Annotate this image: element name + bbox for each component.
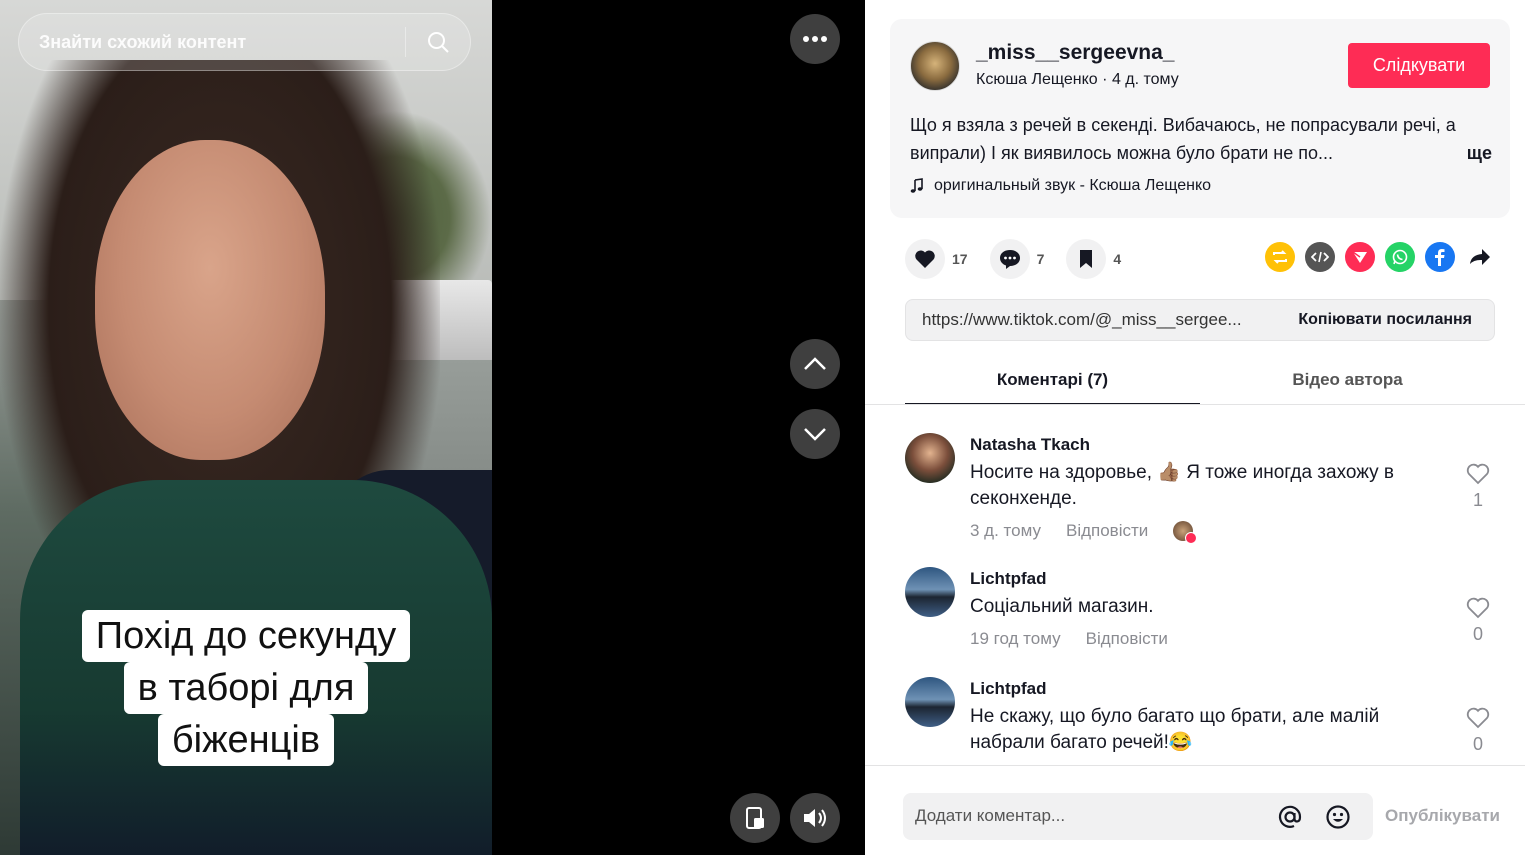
reply-button[interactable]: Відповісти [1066, 521, 1148, 541]
save-count: 4 [1113, 251, 1122, 267]
caption-line: в таборі для [123, 662, 369, 714]
comment-footer: 19 год тому Відповісти [970, 629, 1168, 649]
heart-icon[interactable] [905, 239, 945, 279]
meta-separator: · [1102, 71, 1112, 88]
author-name[interactable]: Ксюша Лещенко [976, 71, 1098, 88]
tab-author-videos[interactable]: Відео автора [1200, 355, 1495, 405]
previous-video-button[interactable] [790, 339, 840, 389]
author-handle[interactable]: _miss__sergeevna_ [976, 41, 1175, 65]
creator-liked-avatar [1173, 521, 1198, 544]
repost-icon[interactable] [1265, 242, 1295, 272]
engagement-bar: 17 7 4 [905, 239, 1143, 279]
like-action[interactable]: 17 [905, 239, 968, 279]
comment-like-count: 0 [1472, 624, 1483, 644]
share-url[interactable]: https://www.tiktok.com/@_miss__sergee... [906, 310, 1276, 330]
publish-button[interactable]: Опублікувати [1385, 806, 1500, 826]
bookmark-icon[interactable] [1066, 239, 1107, 279]
video-caption: Похід до секунду в таборі для біженців [0, 610, 492, 766]
search-icon[interactable] [406, 13, 470, 71]
sound-link[interactable]: оригинальный звук - Ксюша Лещенко [910, 177, 1211, 195]
emoji-icon[interactable] [1323, 802, 1353, 832]
more-button[interactable]: ще [1460, 139, 1492, 167]
commenter-avatar[interactable] [905, 567, 955, 617]
volume-button[interactable] [790, 793, 840, 843]
share-forward-icon[interactable] [1465, 242, 1495, 272]
sound-title: оригинальный звук - Ксюша Лещенко [934, 177, 1212, 194]
commenter-name[interactable]: Lichtpfad [970, 569, 1047, 589]
comment-like[interactable]: 1 [1460, 463, 1496, 511]
comment-icon[interactable] [989, 239, 1030, 279]
author-avatar[interactable] [910, 41, 960, 91]
mention-icon[interactable] [1275, 802, 1305, 832]
comment-count: 7 [1036, 251, 1045, 267]
comment-text: Носите на здоровье, 👍🏽 Я тоже иногда зах… [970, 462, 1395, 509]
author-meta: Ксюша Лещенко · 4 д. тому [976, 71, 1179, 89]
commenter-avatar[interactable] [905, 677, 955, 727]
heart-outline-icon [1466, 597, 1490, 619]
more-dots-icon [803, 36, 827, 42]
post-time: 4 д. тому [1111, 71, 1179, 88]
reply-button[interactable]: Відповісти [1086, 629, 1168, 649]
comment-action[interactable]: 7 [989, 239, 1045, 279]
heart-outline-icon [1466, 463, 1490, 485]
tiktok-video-page: Знайти схожий контент Похід до секунду в… [0, 0, 1525, 855]
details-panel: _miss__sergeevna_ Ксюша Лещенко · 4 д. т… [865, 0, 1525, 855]
search-input[interactable]: Знайти схожий контент [19, 32, 405, 53]
video-player[interactable]: Знайти схожий контент Похід до секунду в… [0, 0, 492, 855]
comment-like[interactable]: 0 [1460, 597, 1496, 645]
video-subject [95, 140, 325, 460]
more-options-button[interactable] [790, 14, 840, 64]
copy-link-button[interactable]: Копіювати посилання [1276, 311, 1494, 329]
comment-composer[interactable]: Додати коментар... [903, 793, 1373, 840]
volume-icon [804, 809, 826, 827]
miniplayer-button[interactable] [730, 793, 780, 843]
share-buttons [1265, 242, 1495, 272]
post-description: Що я взяла з речей в секенді. Вибачаюсь,… [910, 111, 1492, 167]
facebook-icon[interactable] [1425, 242, 1455, 272]
save-action[interactable]: 4 [1066, 239, 1121, 279]
chevron-down-icon [804, 428, 826, 441]
tab-comments[interactable]: Коментарі (7) [905, 355, 1200, 405]
comment-time: 19 год тому [970, 629, 1061, 648]
commenter-name[interactable]: Natasha Tkach [970, 435, 1090, 455]
like-count: 17 [952, 251, 968, 267]
caption-line: біженців [157, 714, 335, 766]
comment-like-count: 1 [1472, 490, 1483, 510]
comment-input[interactable]: Додати коментар... [915, 806, 1065, 826]
commenter-name[interactable]: Lichtpfad [970, 679, 1047, 699]
chevron-up-icon [804, 357, 826, 370]
music-note-icon [910, 178, 923, 193]
miniplayer-icon [746, 807, 764, 829]
caption-line: Похід до секунду [81, 610, 411, 662]
composer-divider [865, 765, 1525, 766]
heart-outline-icon [1466, 707, 1490, 729]
comment-like[interactable]: 0 [1460, 707, 1496, 755]
send-to-friends-icon[interactable] [1345, 242, 1375, 272]
next-video-button[interactable] [790, 409, 840, 459]
share-link-box: https://www.tiktok.com/@_miss__sergee...… [905, 299, 1495, 341]
whatsapp-icon[interactable] [1385, 242, 1415, 272]
panel-tabs: Коментарі (7) Відео автора [905, 355, 1495, 405]
embed-icon[interactable] [1305, 242, 1335, 272]
video-pane: Знайти схожий контент Похід до секунду в… [0, 0, 865, 855]
comment-text: Не скажу, що було багато що брати, але м… [970, 706, 1380, 753]
commenter-avatar[interactable] [905, 433, 955, 483]
comment-time: 3 д. тому [970, 521, 1041, 540]
similar-content-search[interactable]: Знайти схожий контент [18, 13, 471, 71]
post-info-card: _miss__sergeevna_ Ксюша Лещенко · 4 д. т… [890, 19, 1510, 218]
comment-list: Natasha Tkach Носите на здоровье, 👍🏽 Я т… [865, 405, 1525, 765]
comment-like-count: 0 [1472, 734, 1483, 754]
description-text: Що я взяла з речей в секенді. Вибачаюсь,… [910, 115, 1456, 163]
comment-text: Соціальний магазин. [970, 596, 1154, 617]
follow-button[interactable]: Слідкувати [1348, 43, 1490, 88]
comment-footer: 3 д. тому Відповісти [970, 521, 1198, 544]
